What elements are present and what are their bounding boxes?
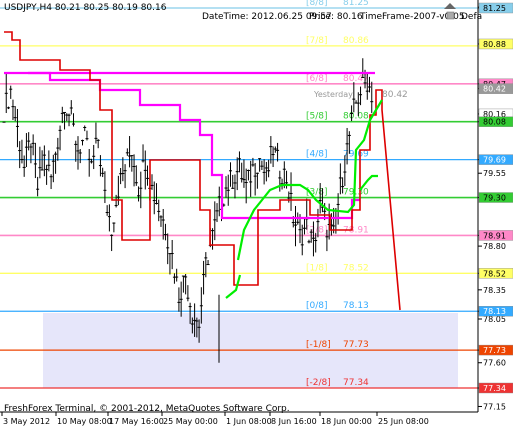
symbol-info: USDJPY,H4 80.21 80.25 80.19 80.16 (4, 3, 167, 13)
time-tick-label: 25 Jun 08:00 (378, 417, 429, 426)
price-badge-text: 80.88 (483, 40, 506, 49)
price-tick-label: 77.60 (483, 359, 506, 368)
murrey-level-label: [7/8] (306, 36, 328, 46)
murrey-level-value: 80.08 (343, 112, 369, 122)
yesterday-label: Yesterday (313, 90, 353, 99)
murrey-level-label: [2/8] (306, 225, 328, 235)
murrey-level-value: 77.73 (343, 340, 369, 350)
price-badge-text: 78.52 (483, 269, 506, 278)
price-badge-text: 77.34 (483, 384, 506, 393)
murrey-level-value: 78.52 (343, 263, 369, 273)
murrey-level-label: [1/8] (306, 263, 328, 273)
time-tick-label: 18 Jun 00:00 (321, 417, 372, 426)
price-badge-text: 78.91 (483, 231, 506, 240)
time-tick-label: 3 May 2012 (3, 417, 50, 426)
price-badge-text: 80.42 (483, 85, 506, 94)
yesterday-value: 80.42 (382, 90, 408, 100)
scroll-marker-icon[interactable] (446, 11, 455, 20)
time-tick-label: 17 May 16:00 (109, 417, 164, 426)
price-tick-label: 78.80 (483, 242, 506, 251)
time-tick-label: 25 May 00:00 (163, 417, 218, 426)
price-tick-label: 79.55 (483, 169, 506, 178)
price-tick-label: 78.35 (483, 286, 506, 295)
price-readout: Price: 80.16 (309, 12, 363, 22)
murrey-level-label: [-2/8] (306, 378, 331, 388)
murrey-level-label: [8/8] (306, 0, 328, 8)
defa-label: Defa (461, 12, 482, 22)
murrey-level-value: 79.30 (343, 188, 369, 198)
murrey-level-value: 77.34 (343, 378, 369, 388)
murrey-level-label: [5/8] (306, 112, 328, 122)
price-badge-text: 80.08 (483, 118, 506, 127)
price-tick-label: 77.15 (483, 402, 506, 411)
murrey-level-value: 81.25 (343, 0, 369, 8)
price-badge-text: 77.73 (483, 346, 506, 355)
price-badge-text: 78.13 (483, 307, 506, 316)
price-badge-text: 81.25 (483, 4, 506, 13)
murrey-level-value: 78.13 (343, 301, 369, 311)
time-tick-label: 10 May 08:00 (57, 417, 112, 426)
time-tick-label: 1 Jun 08:00 (226, 417, 272, 426)
copyright-footer: FreshForex Terminal, © 2001-2012, MetaQu… (4, 404, 290, 414)
price-chart[interactable]: [8/8] 81.25[7/8] 80.86[6/8] 80.47[5/8] 80.08… (0, 0, 513, 431)
murrey-level-label: [4/8] (306, 150, 328, 160)
murrey-level-value: 80.86 (343, 36, 369, 46)
murrey-level-label: [0/8] (306, 301, 328, 311)
murrey-level-label: [6/8] (306, 74, 328, 84)
murrey-level-label: [-1/8] (306, 340, 331, 350)
price-badge-text: 79.30 (483, 194, 506, 203)
price-badge-text: 79.69 (483, 156, 506, 165)
time-tick-label: 8 Jun 16:00 (271, 417, 317, 426)
